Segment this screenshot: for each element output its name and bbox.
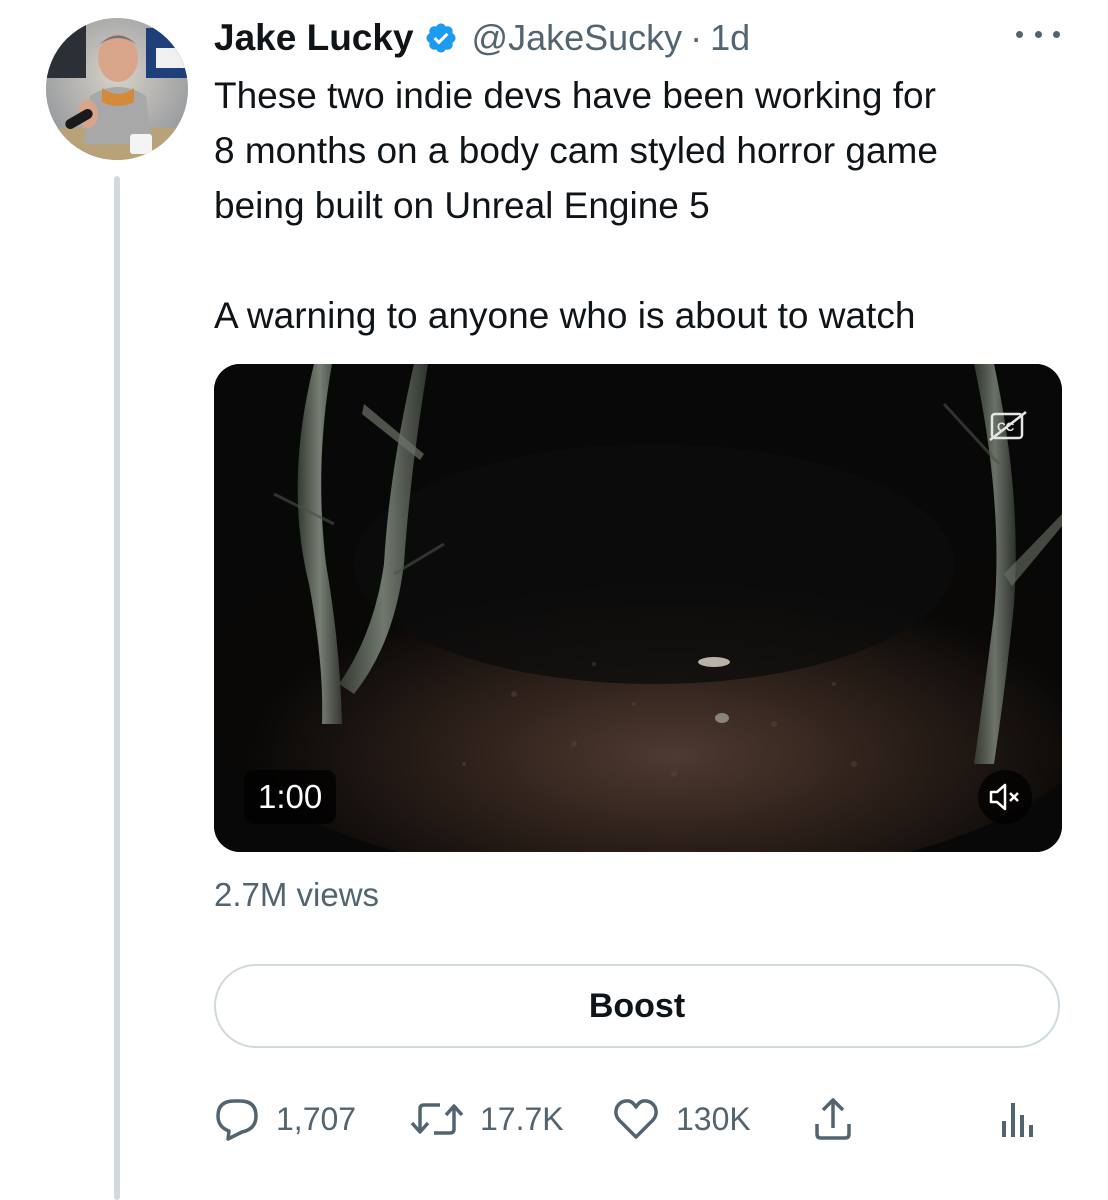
tweet-text-line: These two indie devs have been working f… [214,75,936,116]
video-frame [214,364,1062,852]
captions-off-icon[interactable]: CC [988,410,1028,442]
more-options-icon[interactable] [1016,22,1060,46]
retweet-button[interactable]: 17.7K [410,1094,564,1144]
video-duration: 1:00 [244,770,337,824]
volume-muted-icon[interactable] [978,770,1032,824]
tweet-text: These two indie devs have been working f… [214,68,1074,343]
video-player[interactable]: CC 1:00 [214,364,1062,852]
reply-button[interactable]: 1,707 [214,1094,356,1144]
reply-count: 1,707 [276,1100,357,1137]
author-handle[interactable]: @JakeSucky [472,17,683,59]
analytics-button[interactable] [998,1094,1038,1144]
like-count: 130K [676,1100,751,1137]
share-button[interactable] [812,1094,854,1144]
author-name[interactable]: Jake Lucky [214,17,414,59]
reply-icon [214,1097,260,1141]
heart-icon [612,1097,660,1141]
like-button[interactable]: 130K [612,1094,751,1144]
paragraph-spacer [214,233,1074,288]
tweet-text-line: being built on Unreal Engine 5 [214,185,710,226]
boost-button[interactable]: Boost [214,964,1060,1048]
tweet-text-line: 8 months on a body cam styled horror gam… [214,130,938,171]
avatar-image [46,18,188,160]
analytics-icon [998,1099,1038,1139]
verified-badge-icon [424,21,458,55]
share-icon [812,1096,854,1142]
action-bar: 1,707 17.7K 130K [214,1094,1056,1144]
tweet-header: Jake Lucky @JakeSucky · 1d [214,14,750,62]
view-count: 2.7M views [214,876,380,913]
retweet-icon [410,1099,464,1139]
avatar[interactable] [46,18,188,160]
separator-dot: · [690,17,703,58]
retweet-count: 17.7K [480,1100,564,1137]
tweet-text-line: A warning to anyone who is about to watc… [214,295,916,336]
thread-line [114,176,120,1200]
tweet-time[interactable]: 1d [710,17,750,59]
